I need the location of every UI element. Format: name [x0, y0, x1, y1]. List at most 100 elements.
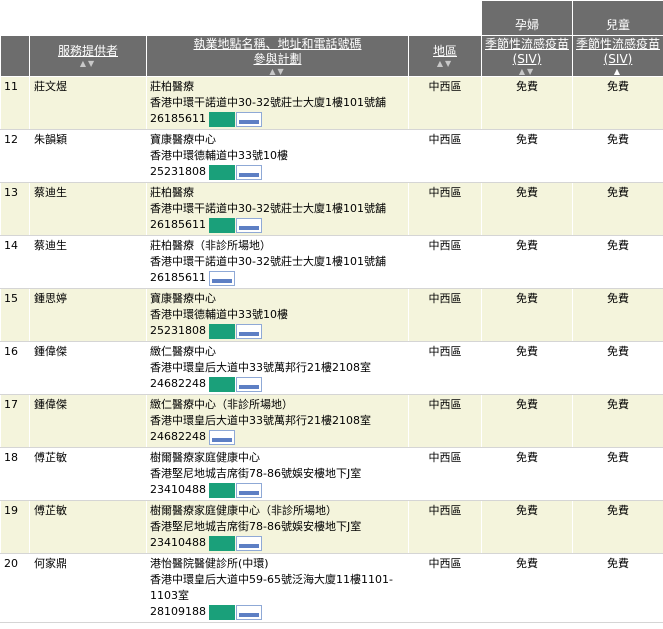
- clinic-address: 香港堅尼地城吉席街78-86號娛安樓地下J室: [150, 520, 362, 533]
- location-sort-link[interactable]: 執業地點名稱、地址和電話號碼: [147, 37, 408, 52]
- siv-children-fee: 免費: [572, 182, 663, 236]
- scheme-badges: [209, 482, 262, 498]
- sort-arrows-icon[interactable]: ▲▼: [409, 59, 481, 68]
- clinic-phone: 26185611: [150, 112, 206, 125]
- clinic-name: 寶康醫療中心: [150, 133, 216, 146]
- group-header-pregnant: 孕婦: [481, 0, 573, 36]
- scheme-sort-link[interactable]: 參與計劃: [147, 52, 408, 67]
- district-cell: 中西區: [408, 394, 482, 448]
- siv-children-fee: 免費: [572, 341, 663, 395]
- siv-pregnant-fee: 免費: [481, 553, 573, 623]
- vaccination-scheme-icon: [209, 217, 235, 233]
- government-scheme-icon: [236, 323, 262, 339]
- sort-up-icon[interactable]: ▲: [573, 67, 663, 76]
- number-header: [0, 35, 30, 77]
- location-cell: 寶康醫療中心 香港中環德輔道中33號10樓 25231808: [146, 129, 409, 183]
- row-number: 13: [0, 182, 30, 236]
- vaccination-scheme-icon: [209, 535, 235, 551]
- government-scheme-icon: [236, 482, 262, 498]
- row-number: 20: [0, 553, 30, 623]
- clinic-name: 緻仁醫療中心（非診所場地）: [150, 398, 293, 411]
- vaccination-scheme-icon: [209, 482, 235, 498]
- district-cell: 中西區: [408, 235, 482, 289]
- clinic-address: 香港中環干諾道中30-32號莊士大廈1樓101號舖: [150, 96, 386, 109]
- district-sort-link[interactable]: 地區: [409, 44, 481, 59]
- provider-name: 莊文煜: [29, 76, 147, 130]
- district-header[interactable]: 地區 ▲▼: [408, 35, 482, 77]
- district-cell: 中西區: [408, 182, 482, 236]
- siv-children-fee: 免費: [572, 553, 663, 623]
- clinic-name: 樹爾醫療家庭健康中心（非診所場地）: [150, 504, 337, 517]
- siv-pregnant-fee: 免費: [481, 182, 573, 236]
- district-cell: 中西區: [408, 553, 482, 623]
- table-row: 14 蔡迪生 莊柏醫療（非診所場地） 香港中環干諾道中30-32號莊士大廈1樓1…: [0, 235, 663, 289]
- clinic-phone: 24682248: [150, 377, 206, 390]
- vaccination-scheme-icon: [209, 323, 235, 339]
- row-number: 18: [0, 447, 30, 501]
- siv-pregnant-sort-link[interactable]: 季節性流感疫苗 (SIV): [482, 37, 572, 67]
- clinic-name: 莊柏醫療（非診所場地）: [150, 239, 271, 252]
- provider-table: 孕婦 兒童 服務提供者 ▲▼ 執業地點名稱、地址和電話號碼 參與計劃 ▲▼ 地區…: [0, 0, 663, 623]
- row-number: 12: [0, 129, 30, 183]
- district-cell: 中西區: [408, 129, 482, 183]
- table-row: 13 蔡迪生 莊柏醫療 香港中環干諾道中30-32號莊士大廈1樓101號舖 26…: [0, 182, 663, 236]
- group-header-children: 兒童: [572, 0, 663, 36]
- siv-children-fee: 免費: [572, 129, 663, 183]
- clinic-address: 香港中環德輔道中33號10樓: [150, 149, 288, 162]
- clinic-name: 莊柏醫療: [150, 80, 194, 93]
- sort-arrows-icon[interactable]: ▲▼: [147, 67, 408, 76]
- siv-pregnant-header[interactable]: 季節性流感疫苗 (SIV) ▲▼: [481, 35, 573, 77]
- location-header[interactable]: 執業地點名稱、地址和電話號碼 參與計劃 ▲▼: [146, 35, 409, 77]
- clinic-phone: 24682248: [150, 430, 206, 443]
- provider-name: 何家鼎: [29, 553, 147, 623]
- clinic-phone: 23410488: [150, 536, 206, 549]
- clinic-address: 香港中環干諾道中30-32號莊士大廈1樓101號舖: [150, 255, 386, 268]
- siv-pregnant-fee: 免費: [481, 447, 573, 501]
- government-scheme-icon: [236, 376, 262, 392]
- siv-pregnant-fee: 免費: [481, 76, 573, 130]
- government-scheme-icon: [236, 535, 262, 551]
- location-cell: 莊柏醫療（非診所場地） 香港中環干諾道中30-32號莊士大廈1樓101號舖 26…: [146, 235, 409, 289]
- siv-children-header[interactable]: 季節性流感疫苗 (SIV) ▲: [572, 35, 663, 77]
- government-scheme-icon: [236, 111, 262, 127]
- clinic-address: 香港中環皇后大道中33號萬邦行21樓2108室: [150, 361, 371, 374]
- clinic-address: 香港中環德輔道中33號10樓: [150, 308, 288, 321]
- scheme-badges: [209, 164, 262, 180]
- siv-children-fee: 免費: [572, 447, 663, 501]
- row-number: 17: [0, 394, 30, 448]
- scheme-badges: [209, 604, 262, 620]
- clinic-phone: 25231808: [150, 165, 206, 178]
- row-number: 16: [0, 341, 30, 395]
- table-row: 15 鍾思婷 寶康醫療中心 香港中環德輔道中33號10樓 25231808 中西…: [0, 288, 663, 342]
- siv-pregnant-fee: 免費: [481, 235, 573, 289]
- clinic-name: 港怡醫院醫健診所(中環): [150, 557, 269, 570]
- location-cell: 樹爾醫療家庭健康中心（非診所場地） 香港堅尼地城吉席街78-86號娛安樓地下J室…: [146, 500, 409, 554]
- location-cell: 寶康醫療中心 香港中環德輔道中33號10樓 25231808: [146, 288, 409, 342]
- scheme-badges: [209, 376, 262, 392]
- vaccination-scheme-icon: [209, 376, 235, 392]
- district-cell: 中西區: [408, 76, 482, 130]
- provider-sort-link[interactable]: 服務提供者: [30, 44, 146, 59]
- clinic-phone: 26185611: [150, 218, 206, 231]
- location-cell: 緻仁醫療中心 香港中環皇后大道中33號萬邦行21樓2108室 24682248: [146, 341, 409, 395]
- scheme-badges: [209, 270, 235, 286]
- sort-arrows-icon[interactable]: ▲▼: [30, 59, 146, 68]
- provider-name: 朱韻穎: [29, 129, 147, 183]
- sort-arrows-icon[interactable]: ▲▼: [482, 67, 572, 76]
- clinic-address: 香港中環干諾道中30-32號莊士大廈1樓101號舖: [150, 202, 386, 215]
- location-cell: 緻仁醫療中心（非診所場地） 香港中環皇后大道中33號萬邦行21樓2108室 24…: [146, 394, 409, 448]
- clinic-name: 寶康醫療中心: [150, 292, 216, 305]
- table-row: 18 傅芷敏 樹爾醫療家庭健康中心 香港堅尼地城吉席街78-86號娛安樓地下J室…: [0, 447, 663, 501]
- clinic-name: 緻仁醫療中心: [150, 345, 216, 358]
- provider-name: 鍾偉傑: [29, 341, 147, 395]
- siv-pregnant-fee: 免費: [481, 341, 573, 395]
- table-row: 12 朱韻穎 寶康醫療中心 香港中環德輔道中33號10樓 25231808 中西…: [0, 129, 663, 183]
- vaccination-scheme-icon: [209, 111, 235, 127]
- clinic-phone: 25231808: [150, 324, 206, 337]
- clinic-name: 莊柏醫療: [150, 186, 194, 199]
- provider-name: 傅芷敏: [29, 447, 147, 501]
- siv-children-sort-link[interactable]: 季節性流感疫苗 (SIV): [573, 37, 663, 67]
- siv-children-fee: 免費: [572, 288, 663, 342]
- provider-header[interactable]: 服務提供者 ▲▼: [29, 35, 147, 77]
- location-cell: 莊柏醫療 香港中環干諾道中30-32號莊士大廈1樓101號舖 26185611: [146, 182, 409, 236]
